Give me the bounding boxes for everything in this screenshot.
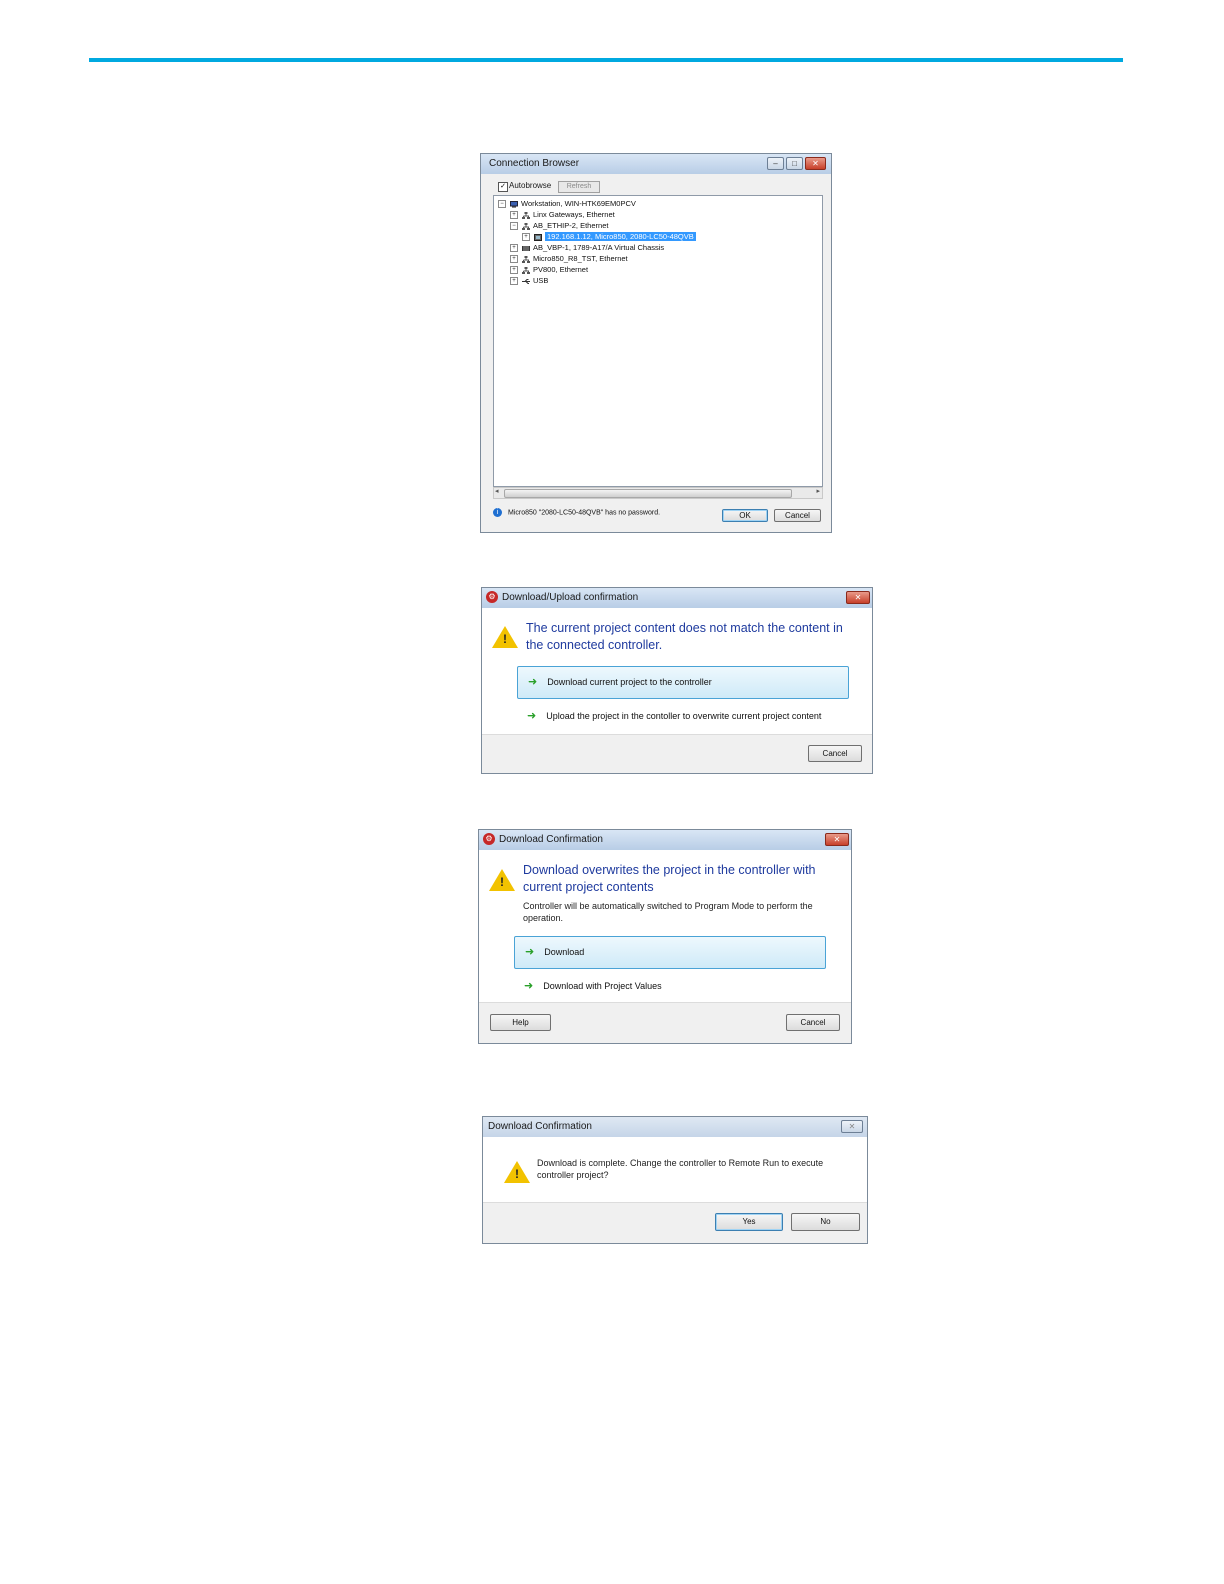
remote-run-dialog: Download Confirmation ✕ ! Download is co… — [482, 1116, 868, 1244]
tree-node-label: AB_VBP-1, 1789-A17/A Virtual Chassis — [533, 243, 665, 252]
link-label: Upload the project in the contoller to o… — [546, 711, 822, 721]
expand-icon[interactable]: + — [510, 277, 518, 286]
minimize-button[interactable]: – — [767, 157, 784, 170]
header-rule — [89, 58, 1123, 62]
usb-icon — [522, 278, 530, 284]
expand-icon[interactable]: + — [510, 211, 518, 220]
dialog-footer: Yes No — [483, 1202, 867, 1243]
connection-browser-body: ✓ Autobrowse Refresh − Workstation, WIN-H… — [489, 178, 823, 524]
refresh-button[interactable]: Refresh — [558, 181, 600, 193]
expand-icon[interactable]: + — [510, 244, 518, 253]
network-icon — [522, 222, 530, 230]
expand-icon[interactable]: + — [510, 255, 518, 264]
dialog-title: Download Confirmation — [488, 1121, 592, 1132]
tree-node-label: 192.168.1.12, Micro850, 2080-LC50-48QVB — [545, 232, 696, 241]
controller-icon — [534, 233, 542, 241]
tree-node[interactable]: − Workstation, WIN-HTK69EM0PCV — [498, 198, 636, 209]
status-text: Micro850 "2080-LC50-48QVB" has no passwo… — [508, 509, 661, 517]
tree-node-label: Workstation, WIN-HTK69EM0PCV — [521, 199, 636, 208]
app-icon: ⚙ — [486, 591, 498, 603]
download-project-link[interactable]: ➜ Download current project to the control… — [517, 666, 849, 699]
scroll-thumb[interactable] — [504, 489, 792, 498]
help-button[interactable]: Help — [490, 1014, 551, 1031]
autobrowse-label: Autobrowse — [509, 181, 552, 190]
network-icon — [522, 211, 530, 219]
expand-icon[interactable]: + — [510, 266, 518, 275]
connection-browser-window: Connection Browser – □ ✕ ✓ Autobrowse Re… — [480, 153, 832, 533]
tree-node-label: AB_ETHIP-2, Ethernet — [533, 221, 609, 230]
arrow-right-icon: ➜ — [525, 946, 535, 958]
app-icon: ⚙ — [483, 833, 495, 845]
close-button[interactable]: ✕ — [846, 591, 870, 604]
tree-node[interactable]: + PV800, Ethernet — [510, 264, 588, 275]
no-button[interactable]: No — [791, 1213, 860, 1231]
window-title: Connection Browser — [489, 158, 580, 169]
status-line: i Micro850 "2080-LC50-48QVB" has no passw… — [493, 508, 660, 517]
arrow-right-icon: ➜ — [527, 710, 537, 722]
close-button[interactable]: ✕ — [805, 157, 826, 170]
tree-node[interactable]: − AB_ETHIP-2, Ethernet — [510, 220, 608, 231]
close-button[interactable]: ✕ — [841, 1120, 863, 1133]
tree-node[interactable]: + AB_VBP-1, 1789-A17/A Virtual Chassis — [510, 242, 664, 253]
computer-icon — [510, 200, 518, 208]
dialog-title: Download Confirmation — [499, 834, 603, 845]
link-label: Download with Project Values — [543, 981, 662, 991]
warning-icon: ! — [492, 626, 518, 648]
tree-node-label: Linx Gateways, Ethernet — [533, 210, 615, 219]
connection-tree[interactable]: − Workstation, WIN-HTK69EM0PCV + Linx Gate… — [493, 195, 823, 487]
link-label: Download — [544, 947, 585, 957]
message-text: Download is complete. Change the control… — [537, 1158, 824, 1180]
network-icon — [522, 255, 530, 263]
tree-node-selected[interactable]: +192.168.1.12, Micro850, 2080-LC50-48QVB — [522, 231, 696, 242]
content-text: Controller will be automatically switche… — [523, 901, 813, 923]
tree-node-label: USB — [533, 276, 549, 285]
tree-node[interactable]: + Linx Gateways, Ethernet — [510, 209, 615, 220]
tree-node-label: PV800, Ethernet — [533, 265, 589, 274]
cancel-button[interactable]: Cancel — [786, 1014, 840, 1031]
info-icon: i — [493, 508, 502, 517]
warning-icon: ! — [489, 869, 515, 891]
expand-icon[interactable]: + — [522, 233, 530, 242]
dialog-titlebar: Download Confirmation ✕ — [483, 1117, 867, 1137]
cancel-button[interactable]: Cancel — [774, 509, 821, 522]
download-upload-dialog: ⚙ Download/Upload confirmation ✕ ! The c… — [481, 587, 873, 774]
network-icon — [522, 266, 530, 274]
close-button[interactable]: ✕ — [825, 833, 849, 846]
tree-node[interactable]: + Micro850_R8_TST, Ethernet — [510, 253, 628, 264]
dialog-footer: Cancel — [482, 734, 872, 773]
tree-node-label: Micro850_R8_TST, Ethernet — [533, 254, 628, 263]
horizontal-scrollbar[interactable]: ◂ ▸ — [493, 487, 823, 499]
collapse-icon[interactable]: − — [510, 222, 518, 231]
tree-node[interactable]: + USB — [510, 275, 548, 286]
connection-browser-titlebar: Connection Browser – □ ✕ — [481, 154, 831, 174]
cancel-button[interactable]: Cancel — [808, 745, 862, 762]
chassis-icon — [522, 245, 530, 251]
main-instruction: The current project content does not mat… — [526, 621, 843, 652]
arrow-right-icon: ➜ — [528, 676, 538, 688]
dialog-titlebar: ⚙ Download/Upload confirmation ✕ — [482, 588, 872, 608]
yes-button[interactable]: Yes — [715, 1213, 783, 1231]
main-instruction: Download overwrites the project in the c… — [523, 863, 816, 894]
download-project-values-link[interactable]: ➜ Download with Project Values — [514, 971, 826, 1001]
ok-button[interactable]: OK — [722, 509, 768, 522]
collapse-icon[interactable]: − — [498, 200, 506, 209]
dialog-title: Download/Upload confirmation — [502, 592, 639, 603]
download-confirmation-dialog: ⚙ Download Confirmation ✕ ! Download ove… — [478, 829, 852, 1044]
autobrowse-checkbox[interactable]: ✓ — [498, 182, 508, 192]
dialog-footer: Help Cancel — [479, 1002, 851, 1043]
download-link[interactable]: ➜ Download — [514, 936, 826, 969]
dialog-titlebar: ⚙ Download Confirmation ✕ — [479, 830, 851, 850]
link-label: Download current project to the controll… — [547, 677, 712, 687]
scroll-right-icon[interactable]: ▸ — [816, 487, 820, 495]
upload-project-link[interactable]: ➜ Upload the project in the contoller to … — [517, 701, 872, 731]
warning-icon: ! — [504, 1161, 530, 1183]
maximize-button[interactable]: □ — [786, 157, 803, 170]
scroll-left-icon[interactable]: ◂ — [495, 487, 499, 495]
arrow-right-icon: ➜ — [524, 980, 534, 992]
